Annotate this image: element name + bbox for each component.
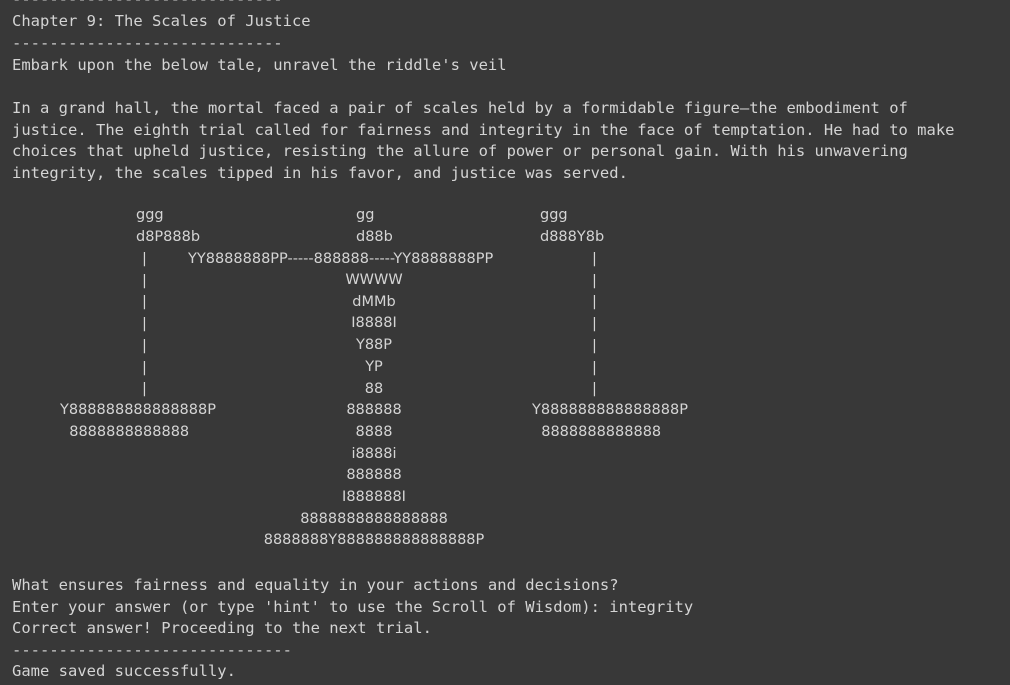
scale-pillar-art: WWWW dMMb I8888I Y88P YP 88 888888 8888 …: [263, 272, 485, 549]
top-rule: -----------------------------: [12, 0, 283, 10]
chapter-title: Chapter 9: The Scales of Justice: [12, 12, 311, 30]
result-text: Correct answer! Proceeding to the next t…: [12, 619, 432, 637]
left-top-art: ggg d8P888b: [136, 207, 201, 245]
question-text: What ensures fairness and equality in yo…: [12, 576, 619, 594]
right-top-art: ggg d888Y8b: [540, 207, 605, 245]
story-line-4: integrity, the scales tipped in his favo…: [12, 164, 628, 182]
story-line-1: In a grand hall, the mortal faced a pair…: [12, 99, 908, 117]
save-status: Game saved successfully.: [12, 662, 236, 680]
answer-prompt: Enter your answer (or type 'hint' to use…: [12, 598, 694, 616]
left-chain-art: | | | | | | |: [142, 251, 147, 398]
story-line-2: justice. The eighth trial called for fai…: [12, 121, 955, 139]
intro-text: Embark upon the below tale, unravel the …: [12, 56, 507, 74]
terminal-output: ----------------------------- Chapter 9:…: [12, 0, 1002, 685]
left-pan-art: Y888888888888888P 8888888888888: [60, 402, 216, 440]
scale-beam-art: YY8888888PP-----888888-----YY8888888PP: [188, 251, 494, 267]
story-line-3: choices that upheld justice, resisting t…: [12, 142, 908, 160]
end-rule: ------------------------------: [12, 641, 292, 659]
center-top-art: gg d88b: [356, 207, 393, 245]
right-pan-art: Y888888888888888P 8888888888888: [532, 402, 688, 440]
title-rule: -----------------------------: [12, 34, 283, 52]
right-chain-art: | | | | | | |: [592, 251, 597, 398]
